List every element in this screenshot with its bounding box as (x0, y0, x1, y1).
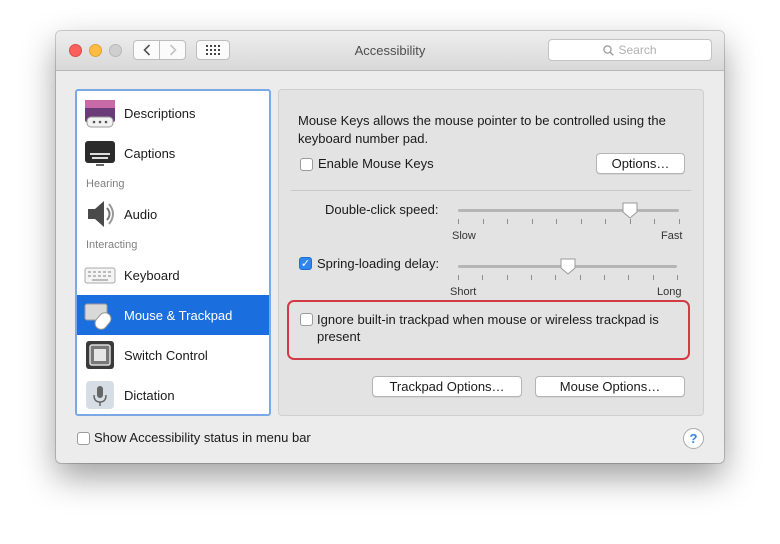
slider-tick (506, 275, 508, 280)
enable-mouse-keys-checkbox[interactable] (300, 158, 313, 171)
section-heading-interacting: Interacting (86, 239, 138, 251)
search-field[interactable]: Search (548, 39, 712, 61)
sidebar-item-label: Keyboard (124, 267, 180, 283)
title-bar: Accessibility Search (56, 31, 724, 71)
double-click-speed-label: Double-click speed: (325, 202, 439, 217)
sidebar-item-label: Switch Control (124, 347, 208, 363)
sidebar-item-label: Mouse & Trackpad (124, 307, 233, 323)
captions-icon (85, 141, 115, 166)
microphone-icon (86, 381, 114, 409)
section-heading-hearing: Hearing (86, 178, 125, 190)
enable-mouse-keys-label[interactable]: Enable Mouse Keys (318, 156, 434, 171)
slider-tick (679, 219, 680, 224)
slider-tick (579, 275, 581, 280)
show-status-label[interactable]: Show Accessibility status in menu bar (94, 430, 311, 445)
slider-tick (629, 219, 631, 224)
slider-tick (458, 219, 459, 224)
slider-max-label: Long (657, 286, 682, 298)
sidebar-item-label: Descriptions (124, 105, 196, 121)
sidebar-item-audio[interactable]: Audio (77, 194, 269, 234)
slider-tick (605, 219, 607, 224)
descriptions-icon (85, 100, 115, 128)
preferences-window: Accessibility Search Descriptions Captio… (56, 31, 724, 463)
slider-tick (531, 219, 533, 224)
slider-tick (556, 219, 558, 224)
sidebar-item-label: Dictation (124, 387, 175, 403)
slider-tick (604, 275, 605, 280)
slider-tick (555, 275, 557, 280)
sidebar-item-descriptions[interactable]: Descriptions (77, 93, 269, 133)
slider-tick (482, 219, 484, 224)
show-status-checkbox[interactable] (77, 432, 90, 445)
search-icon (603, 44, 615, 56)
keyboard-icon (84, 267, 116, 284)
slider-tick (531, 275, 532, 280)
slider-tick (458, 275, 459, 280)
help-button[interactable]: ? (683, 428, 704, 449)
slider-tick (654, 219, 656, 224)
slider-tick (482, 275, 484, 280)
mouse-keys-description: Mouse Keys allows the mouse pointer to b… (298, 113, 666, 146)
mouse-keys-options-button[interactable]: Options… (596, 153, 685, 174)
mouse-trackpad-icon (84, 303, 112, 330)
slider-tick (677, 275, 678, 280)
search-placeholder: Search (618, 43, 657, 57)
slider-min-label: Slow (452, 230, 476, 242)
mouse-options-button[interactable]: Mouse Options… (535, 376, 685, 397)
speaker-icon (88, 201, 114, 227)
slider-min-label: Short (450, 286, 477, 298)
trackpad-options-button[interactable]: Trackpad Options… (372, 376, 522, 397)
slider-tick (652, 275, 654, 280)
category-sidebar[interactable]: Descriptions Captions Hearing Audio Inte… (75, 89, 271, 416)
sidebar-item-mouse-trackpad[interactable]: Mouse & Trackpad (77, 295, 269, 335)
mouse-trackpad-panel: Mouse Keys allows the mouse pointer to b… (278, 89, 704, 416)
sidebar-item-label: Audio (124, 206, 158, 222)
sidebar-item-keyboard[interactable]: Keyboard (77, 255, 269, 295)
slider-knob[interactable] (622, 202, 638, 219)
highlight-annotation (287, 300, 690, 360)
switch-control-icon (86, 341, 114, 369)
sidebar-item-dictation[interactable]: Dictation (77, 375, 269, 414)
sidebar-item-captions[interactable]: Captions (77, 133, 269, 173)
slider-max-label: Fast (661, 230, 683, 242)
sidebar-item-switch-control[interactable]: Switch Control (77, 335, 269, 375)
slider-tick (507, 219, 509, 224)
slider-knob[interactable] (560, 258, 576, 275)
sidebar-item-label: Captions (124, 145, 176, 161)
divider (291, 190, 691, 191)
spring-loading-delay-label[interactable]: Spring-loading delay: (317, 256, 439, 271)
slider-tick (580, 219, 582, 224)
spring-loading-checkbox[interactable]: ✓ (299, 257, 312, 270)
slider-tick (628, 275, 630, 280)
